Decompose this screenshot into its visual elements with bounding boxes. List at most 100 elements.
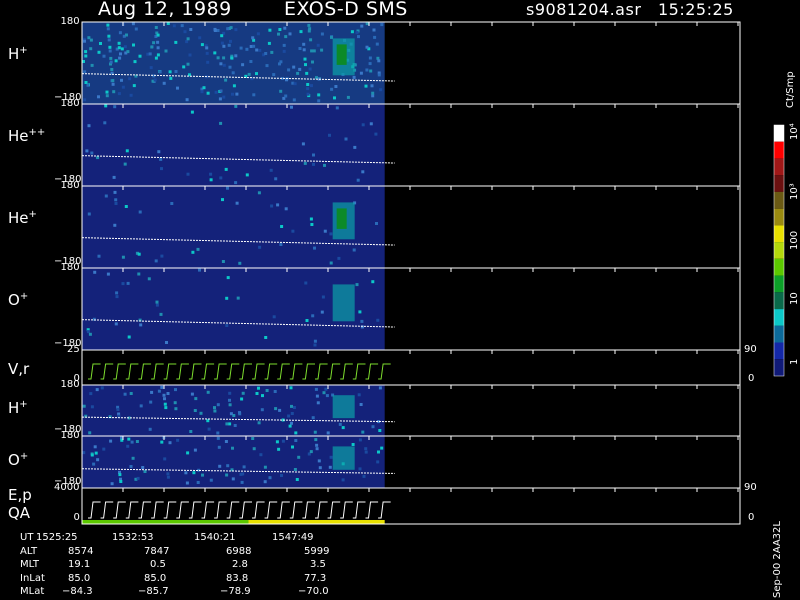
speckle-cell bbox=[154, 56, 158, 60]
panel-label-text: H bbox=[8, 399, 20, 418]
speckle-cell bbox=[105, 94, 109, 98]
speckle-cell bbox=[369, 122, 373, 126]
speckle-cell bbox=[258, 48, 262, 52]
speckle-cell bbox=[361, 170, 365, 174]
speckle-cell bbox=[92, 462, 96, 466]
speckle-cell bbox=[190, 110, 194, 114]
speckle-cell bbox=[190, 392, 194, 396]
speckle-cell bbox=[121, 255, 125, 259]
speckle-cell bbox=[284, 94, 288, 98]
speckle-cell bbox=[150, 390, 154, 394]
speckle-cell bbox=[174, 70, 178, 73]
panel-label-text: H bbox=[8, 44, 20, 63]
speckle-cell bbox=[376, 318, 380, 322]
speckle-cell bbox=[350, 30, 354, 34]
speckle-cell bbox=[121, 282, 125, 286]
speckle-cell bbox=[222, 63, 226, 67]
speckle-cell bbox=[365, 68, 369, 72]
speckle-cell bbox=[109, 439, 113, 443]
speckle-cell bbox=[83, 39, 86, 43]
colorbar-unit-label: Ct/Smp bbox=[785, 71, 796, 108]
ephemeris-cell: −84.3 bbox=[62, 586, 93, 597]
speckle-cell bbox=[119, 480, 123, 483]
speckle-cell bbox=[118, 56, 122, 60]
panel-e-p-right-top-tick: 90 bbox=[744, 482, 757, 493]
speckle-cell bbox=[224, 167, 228, 171]
speckle-cell bbox=[261, 394, 264, 398]
speckle-cell bbox=[313, 430, 317, 434]
speckle-cell bbox=[293, 468, 297, 471]
speckle-cell bbox=[324, 387, 328, 391]
speckle-cell bbox=[329, 455, 333, 459]
speckle-cell bbox=[323, 229, 327, 233]
speckle-cell bbox=[371, 425, 375, 429]
panel-v-r-label: V,r bbox=[8, 360, 29, 378]
speckle-cell bbox=[241, 391, 245, 395]
speckle-cell bbox=[291, 229, 295, 233]
speckle-cell bbox=[314, 387, 318, 391]
speckle-cell bbox=[141, 466, 145, 469]
speckle-cell bbox=[205, 51, 209, 55]
speckle-cell bbox=[155, 303, 159, 307]
speckle-cell bbox=[274, 407, 278, 411]
panel-v-r-data bbox=[82, 350, 385, 385]
speckle-cell bbox=[303, 161, 307, 165]
speckle-cell bbox=[221, 260, 225, 263]
colorbar-tick-label: 100 bbox=[789, 230, 800, 250]
speckle-cell bbox=[97, 50, 101, 54]
speckle-cell bbox=[313, 339, 317, 343]
speckle-cell bbox=[160, 440, 164, 444]
speckle-cell bbox=[110, 68, 114, 71]
speckle-cell bbox=[113, 105, 117, 109]
speckle-cell bbox=[234, 104, 238, 108]
speckle-cell bbox=[202, 86, 206, 90]
speckle-cell bbox=[359, 403, 363, 406]
speckle-cell bbox=[193, 409, 197, 412]
speckle-cell bbox=[275, 440, 279, 444]
speckle-cell bbox=[85, 149, 89, 153]
speckle-cell bbox=[129, 465, 133, 468]
speckle-cell bbox=[315, 394, 319, 398]
speckle-cell bbox=[150, 45, 154, 49]
speckle-cell bbox=[118, 31, 122, 35]
speckle-cell bbox=[292, 65, 296, 69]
speckle-cell bbox=[206, 91, 210, 95]
speckle-cell bbox=[160, 254, 164, 258]
speckle-cell bbox=[371, 280, 375, 284]
speckle-cell bbox=[168, 70, 172, 74]
speckle-cell bbox=[287, 414, 291, 418]
speckle-cell bbox=[87, 124, 91, 128]
ephemeris-row-label-inlat: InLat bbox=[20, 572, 45, 584]
speckle-cell bbox=[306, 83, 310, 86]
colorbar-tick-label: 1 bbox=[789, 358, 800, 365]
speckle-cell bbox=[97, 254, 101, 258]
speckle-cell bbox=[226, 276, 230, 280]
speckle-cell bbox=[220, 34, 224, 38]
speckle-cell bbox=[310, 223, 314, 226]
speckle-cell bbox=[107, 38, 111, 42]
panel-e-p-data bbox=[82, 488, 385, 524]
panel-label-sup: + bbox=[19, 44, 28, 56]
colorbar-segment bbox=[774, 158, 784, 176]
speckle-cell bbox=[113, 223, 117, 227]
ephemeris-cell: 1547:49 bbox=[272, 532, 314, 543]
speckle-cell bbox=[183, 30, 187, 34]
speckle-cell bbox=[290, 421, 293, 425]
panel-label-text: V,r bbox=[8, 359, 30, 378]
speckle-cell bbox=[88, 431, 92, 435]
speckle-cell bbox=[251, 437, 255, 440]
speckle-cell bbox=[373, 35, 377, 39]
speckle-cell bbox=[267, 41, 271, 45]
colorbar-segment bbox=[774, 191, 784, 209]
speckle-cell bbox=[277, 447, 281, 451]
speckle-cell bbox=[216, 56, 220, 60]
speckle-cell bbox=[149, 400, 153, 404]
speckle-cell bbox=[334, 85, 338, 88]
speckle-cell bbox=[222, 44, 226, 48]
speckle-cell bbox=[123, 45, 127, 49]
speckle-cell bbox=[321, 295, 325, 299]
speckle-cell bbox=[173, 401, 177, 405]
speckle-cell bbox=[87, 212, 91, 216]
speckle-cell bbox=[298, 67, 302, 71]
speckle-cell bbox=[112, 175, 116, 179]
